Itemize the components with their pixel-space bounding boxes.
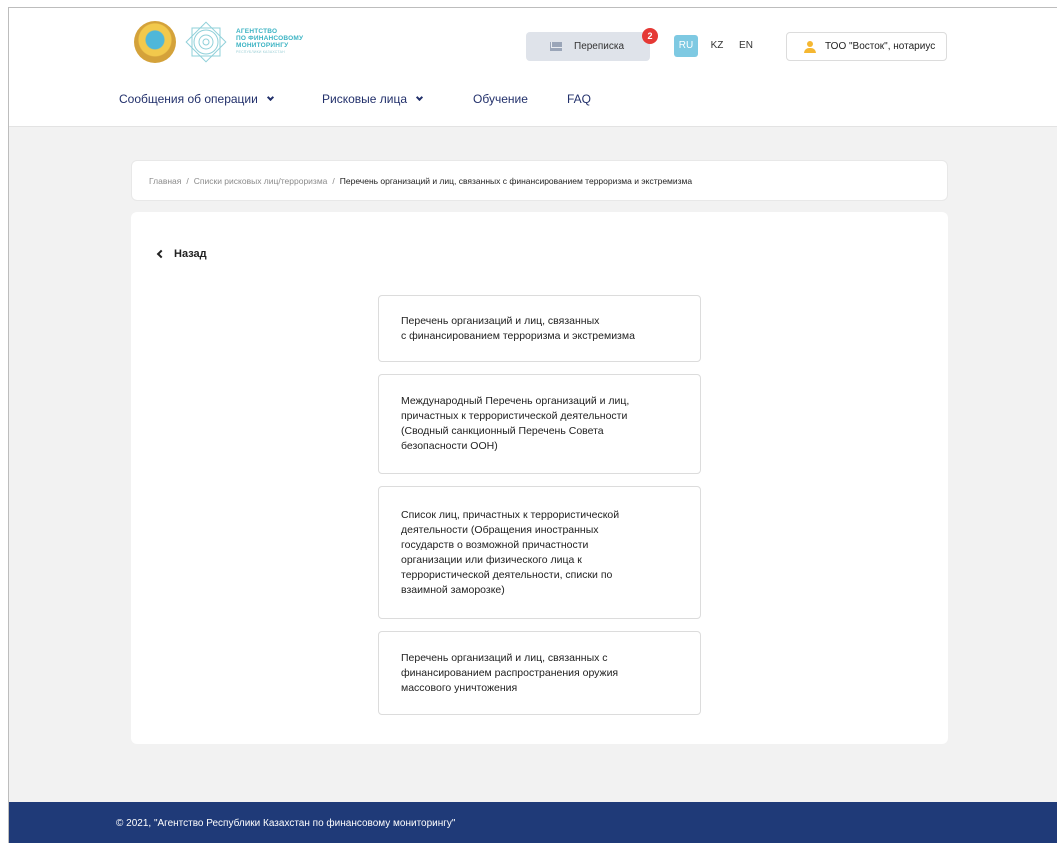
back-label: Назад	[174, 248, 207, 260]
back-link[interactable]: Назад	[156, 248, 207, 260]
breadcrumb-current: Перечень организаций и лиц, связанных с …	[339, 175, 693, 186]
nav-item-training[interactable]: Обучение	[473, 92, 528, 106]
card-text: Перечень организаций и лиц, связанных с …	[401, 651, 619, 694]
footer-copyright: © 2021, "Агентство Республики Казахстан …	[116, 817, 456, 829]
user-icon	[804, 40, 816, 53]
content-panel: Назад Перечень организаций и лиц, связан…	[131, 212, 948, 744]
nav-item-faq[interactable]: FAQ	[567, 92, 591, 106]
breadcrumb: Главная / Списки рисковых лиц/терроризма…	[131, 160, 948, 201]
list-card-terrorism-extremism[interactable]: Перечень организаций и лиц, связанных с …	[378, 295, 701, 362]
nav-item-label: Сообщения об операции	[119, 92, 258, 106]
lang-en[interactable]: EN	[735, 35, 757, 57]
logo-link[interactable]: АГЕНТСТВО ПО ФИНАНСОВОМУ МОНИТОРИНГУ РЕС…	[134, 20, 326, 64]
browser-viewport: АГЕНТСТВО ПО ФИНАНСОВОМУ МОНИТОРИНГУ РЕС…	[8, 7, 1057, 843]
card-text: Список лиц, причастных к террористическо…	[401, 508, 620, 596]
card-text: Перечень организаций и лиц, связанных с …	[401, 314, 635, 342]
chevron-down-icon	[266, 93, 274, 102]
user-name: ТОО "Восток", нотариус	[825, 41, 936, 52]
lang-ru[interactable]: RU	[674, 35, 698, 57]
card-text: Международный Перечень организаций и лиц…	[401, 395, 630, 452]
agency-name: АГЕНТСТВО ПО ФИНАНСОВОМУ МОНИТОРИНГУ РЕС…	[236, 28, 304, 54]
nav-item-label: Обучение	[473, 92, 528, 106]
envelope-icon	[550, 42, 562, 51]
list-card-wmd-proliferation[interactable]: Перечень организаций и лиц, связанных с …	[378, 631, 701, 715]
nav-item-label: FAQ	[567, 92, 592, 106]
breadcrumb-section[interactable]: Списки рисковых лиц/терроризма	[194, 176, 328, 186]
notification-badge: 2	[642, 28, 658, 44]
chevron-down-icon	[415, 93, 424, 102]
correspondence-button[interactable]: Переписка	[526, 32, 650, 61]
list-card-foreign-requests[interactable]: Список лиц, причастных к террористическо…	[378, 486, 701, 619]
breadcrumb-home[interactable]: Главная	[149, 176, 181, 186]
nav-item-label: Рисковые лица	[322, 92, 408, 106]
nav-item-risk-persons[interactable]: Рисковые лица	[322, 92, 424, 106]
state-emblem-icon	[134, 21, 176, 63]
header: АГЕНТСТВО ПО ФИНАНСОВОМУ МОНИТОРИНГУ РЕС…	[9, 8, 1057, 127]
chevron-left-icon	[156, 249, 166, 259]
lang-kz[interactable]: KZ	[706, 35, 728, 57]
agency-logo-icon	[185, 21, 227, 63]
user-account-button[interactable]: ТОО "Восток", нотариус	[786, 32, 947, 61]
list-card-un-sanctions[interactable]: Международный Перечень организаций и лиц…	[378, 374, 701, 474]
breadcrumb-separator: /	[332, 175, 335, 186]
breadcrumb-separator: /	[186, 175, 189, 186]
correspondence-label: Переписка	[574, 41, 625, 52]
footer: © 2021, "Агентство Республики Казахстан …	[9, 802, 1057, 843]
nav-item-operation-reports[interactable]: Сообщения об операции	[119, 92, 274, 106]
